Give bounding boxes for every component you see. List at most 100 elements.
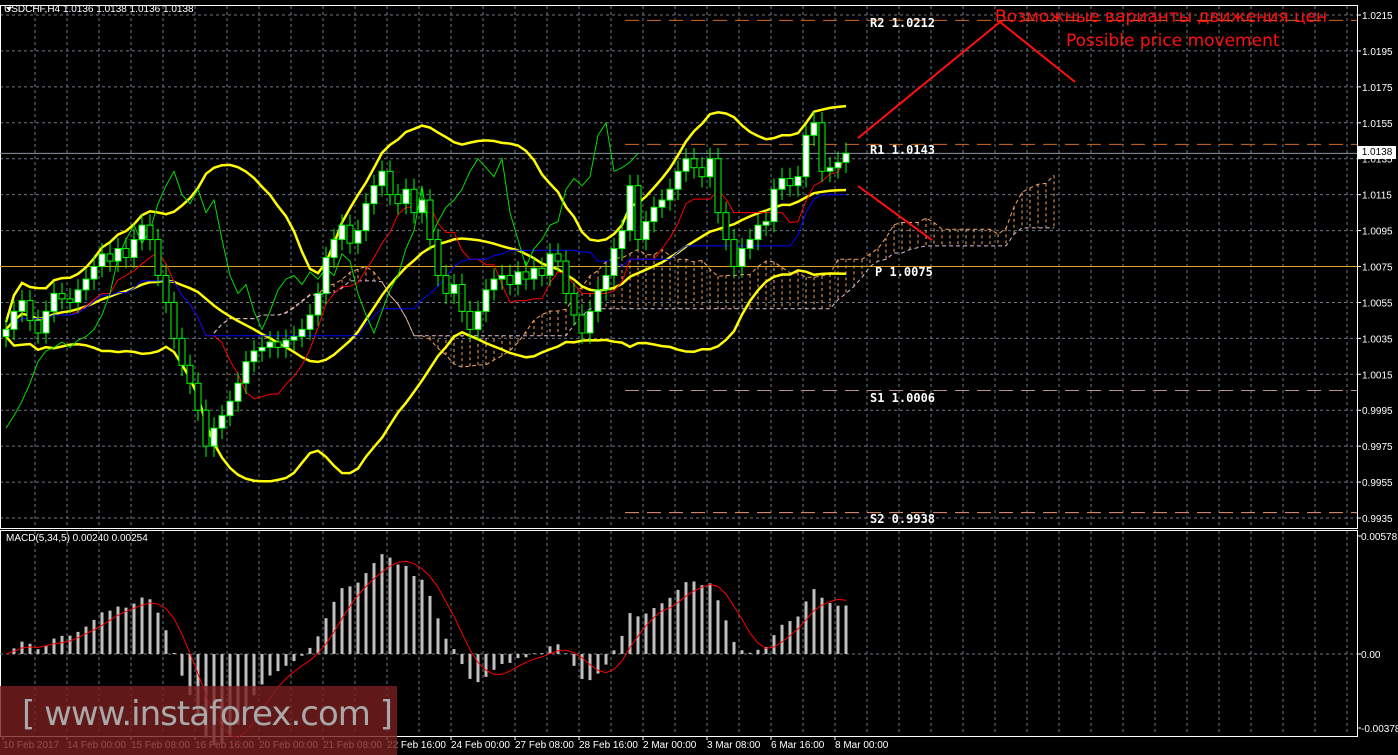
candle-body (394, 194, 402, 205)
price-tick-label: 0.9955 (1362, 478, 1393, 489)
candle-body (466, 310, 474, 330)
candle-body (810, 122, 818, 136)
price-tick-label: 1.0055 (1362, 298, 1393, 309)
candle-body (826, 167, 834, 172)
candle-body (162, 274, 170, 303)
price-tick-label: 1.0155 (1362, 119, 1393, 130)
candle-body (346, 224, 354, 244)
candle-body (370, 185, 378, 205)
candle-body (714, 158, 722, 214)
watermark: [ www.instaforex.com ] (0, 686, 397, 755)
candle-body (786, 177, 794, 187)
price-tick-label: 1.0215 (1362, 11, 1393, 22)
level-r1-label: R1 1.0143 (870, 143, 936, 157)
candle-body (258, 346, 266, 352)
candle-body (178, 337, 186, 366)
candle-body (122, 248, 130, 259)
candle-body (682, 158, 690, 172)
candle-body (146, 224, 154, 241)
level-r2-label: R2 1.0212 (870, 16, 936, 30)
candle-body (378, 170, 386, 187)
candle-body (778, 177, 786, 190)
candle-body (506, 274, 514, 285)
candle-body (298, 328, 306, 338)
level-p-label: P 1.0075 (875, 265, 933, 279)
candle-body (402, 188, 410, 205)
candle-body (578, 314, 586, 334)
candle-body (50, 292, 58, 312)
candle-body (250, 350, 258, 363)
senkou-span-b (213, 227, 1054, 337)
candle-body (794, 176, 802, 187)
candle-body (418, 199, 426, 214)
candle-body (226, 400, 234, 417)
candle-body (514, 271, 522, 285)
price-tick-label: 0.9935 (1362, 514, 1393, 525)
candle-body (802, 134, 810, 178)
candle-body (498, 274, 506, 280)
candle-body (650, 206, 658, 223)
price-tick-label: 1.0015 (1362, 370, 1393, 381)
candle-body (450, 283, 458, 294)
candle-body (586, 310, 594, 334)
time-tick-label: 6 Mar 16:00 (771, 740, 825, 751)
time-tick-label: 27 Feb 08:00 (515, 740, 574, 751)
candle-body (74, 289, 82, 303)
candle-body (426, 199, 434, 241)
candle-body (746, 239, 754, 250)
annotation-en: Possible price movement (1066, 31, 1280, 51)
candle-body (634, 185, 642, 241)
time-tick-label: 24 Feb 00:00 (451, 740, 510, 751)
candle-body (562, 260, 570, 294)
candle-body (290, 336, 298, 341)
candle-body (66, 298, 74, 303)
chart-title: USDCHF,H4 1.0136 1.0138 1.0136 1.0138 (4, 4, 194, 15)
price-tick-label: 1.0175 (1362, 83, 1393, 94)
candle-body (330, 239, 338, 259)
candle-body (842, 152, 850, 163)
candle-body (658, 199, 666, 208)
candle-body (202, 409, 210, 447)
candle-body (594, 289, 602, 312)
down-move-arrow (857, 185, 933, 241)
candle-body (354, 230, 362, 244)
candle-body (690, 158, 698, 169)
candle-body (34, 319, 42, 334)
candle-body (210, 427, 218, 447)
candle-body (730, 239, 738, 268)
level-s2-label: S2 0.9938 (870, 512, 936, 526)
macd-title: MACD(5,34,5) 0.00240 0.00254 (6, 533, 148, 544)
candle-body (338, 224, 346, 241)
candle-body (266, 341, 274, 348)
macd-tick-label: 0.00 (1361, 650, 1381, 661)
candle-body (170, 301, 178, 339)
price-tick-label: 0.9995 (1362, 406, 1393, 417)
candle-body (98, 253, 106, 268)
candle-body (762, 221, 770, 226)
current-price-tag: 1.0138 (1358, 146, 1396, 159)
candle-body (626, 185, 634, 232)
candle-body (314, 292, 322, 316)
candle-body (2, 328, 10, 338)
candle-body (482, 289, 490, 312)
candle-body (82, 278, 90, 291)
candle-body (738, 248, 746, 268)
annotation-ru: Возможные варианты движения цен (995, 7, 1328, 27)
candle-body (522, 271, 530, 280)
candle-body (90, 266, 98, 280)
candle-body (242, 361, 250, 384)
price-tick-label: 1.0195 (1362, 47, 1393, 58)
candle-body (218, 415, 226, 429)
price-tick-label: 1.0095 (1362, 227, 1393, 238)
candle-body (114, 248, 122, 262)
candle-body (610, 248, 618, 276)
candle-body (362, 203, 370, 232)
candle-body (770, 188, 778, 223)
candle-body (282, 339, 290, 348)
level-s1-label: S1 1.0006 (870, 391, 936, 405)
price-tick-label: 1.0115 (1362, 191, 1392, 202)
candle-body (546, 253, 554, 276)
candle-body (554, 253, 562, 262)
candle-body (58, 292, 66, 300)
candle-body (194, 382, 202, 411)
